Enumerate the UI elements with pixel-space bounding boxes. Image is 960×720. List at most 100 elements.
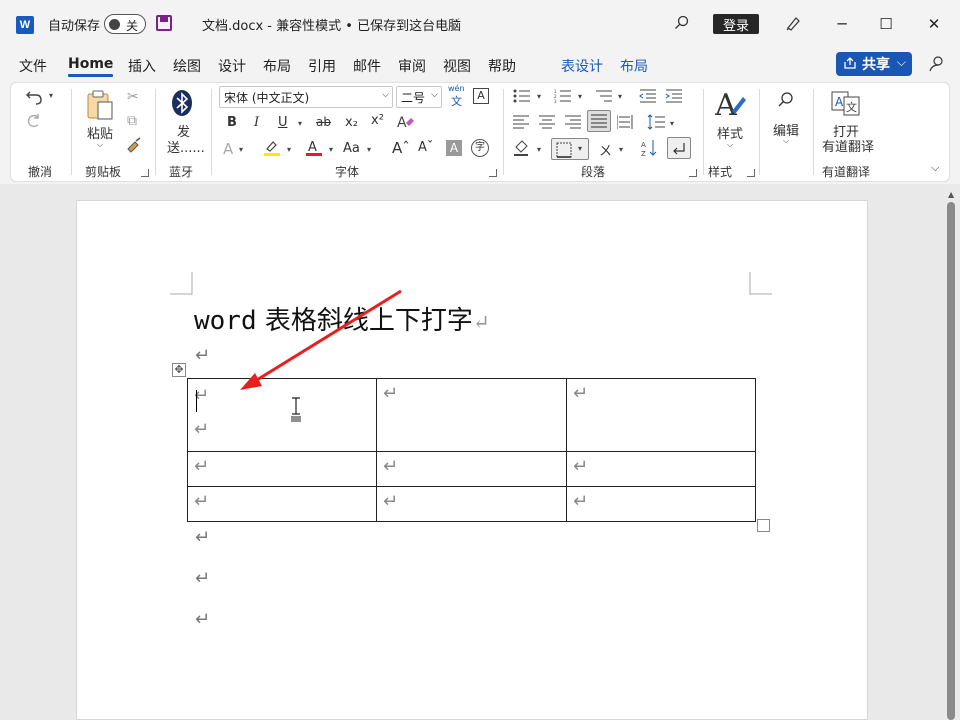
tab-table-design[interactable]: 表设计 bbox=[561, 56, 603, 76]
collapse-ribbon-icon[interactable]: ⌵ bbox=[931, 161, 939, 175]
table-cell[interactable]: ↵ bbox=[376, 451, 567, 487]
undo-icon[interactable] bbox=[25, 89, 43, 105]
cut-icon[interactable]: ✂ bbox=[127, 89, 139, 105]
font-color-icon[interactable]: A bbox=[305, 139, 323, 157]
styles-dropdown-icon[interactable]: ⌵ bbox=[727, 140, 733, 150]
scroll-thumb[interactable] bbox=[947, 202, 955, 720]
youdao-button-label[interactable]: 有道翻译 bbox=[822, 136, 874, 155]
strikethrough-button[interactable]: ab bbox=[316, 115, 331, 129]
tab-draw[interactable]: 绘图 bbox=[173, 56, 201, 76]
font-color-dropdown-icon[interactable]: ▾ bbox=[329, 145, 333, 154]
multilevel-dropdown-icon[interactable]: ▾ bbox=[618, 92, 622, 101]
chinese-layout-icon[interactable]: ㄨ bbox=[599, 140, 612, 159]
shrink-font-icon[interactable]: Aˇ bbox=[418, 140, 433, 155]
login-button[interactable]: 登录 bbox=[713, 14, 759, 34]
underline-dropdown-icon[interactable]: ▾ bbox=[298, 119, 302, 128]
chinese-layout-dropdown-icon[interactable]: ▾ bbox=[619, 145, 623, 154]
subscript-button[interactable]: x₂ bbox=[345, 115, 358, 130]
paste-dropdown-icon[interactable]: ⌵ bbox=[97, 140, 103, 150]
editing-dropdown-icon[interactable]: ⌵ bbox=[783, 136, 789, 146]
bold-button[interactable]: B bbox=[227, 115, 237, 130]
justify-button[interactable] bbox=[587, 110, 611, 132]
format-painter-icon[interactable] bbox=[125, 137, 143, 153]
tab-home[interactable]: Home bbox=[68, 56, 114, 77]
find-icon[interactable] bbox=[777, 91, 795, 109]
paste-icon[interactable] bbox=[85, 89, 115, 121]
distributed-icon[interactable] bbox=[617, 114, 633, 130]
bullets-dropdown-icon[interactable]: ▾ bbox=[537, 92, 541, 101]
line-spacing-icon[interactable] bbox=[647, 114, 665, 130]
change-case-icon[interactable]: Aa bbox=[343, 141, 360, 156]
empty-paragraph[interactable]: ↵ bbox=[195, 568, 210, 589]
scroll-up-icon[interactable]: ▲ bbox=[948, 190, 954, 199]
table-cell[interactable]: ↵ bbox=[376, 378, 567, 452]
chevron-down-icon[interactable]: ⌵ bbox=[897, 55, 906, 70]
table-cell[interactable]: ↵ bbox=[187, 451, 377, 487]
highlight-dropdown-icon[interactable]: ▾ bbox=[287, 145, 291, 154]
superscript-button[interactable]: x² bbox=[371, 113, 384, 128]
numbering-icon[interactable]: 123 bbox=[554, 89, 572, 103]
decrease-indent-icon[interactable] bbox=[639, 89, 657, 103]
close-button[interactable]: ✕ bbox=[914, 10, 954, 38]
clipboard-launcher-icon[interactable] bbox=[141, 169, 149, 177]
align-center-icon[interactable] bbox=[539, 115, 555, 129]
tab-design[interactable]: 设计 bbox=[218, 56, 246, 76]
table-cell[interactable]: ↵ bbox=[566, 378, 756, 452]
font-launcher-icon[interactable] bbox=[489, 169, 497, 177]
empty-paragraph[interactable]: ↵ bbox=[195, 609, 210, 630]
tab-mailings[interactable]: 邮件 bbox=[353, 56, 381, 76]
tab-help[interactable]: 帮助 bbox=[488, 56, 516, 76]
character-shading-icon[interactable]: A bbox=[446, 140, 462, 156]
highlight-color-icon[interactable] bbox=[263, 139, 281, 157]
autosave-toggle[interactable]: 关 bbox=[104, 14, 146, 34]
undo-dropdown-icon[interactable]: ▾ bbox=[49, 91, 53, 100]
table-move-handle-icon[interactable]: ✥ bbox=[172, 363, 186, 377]
table-cell[interactable]: ↵ bbox=[566, 451, 756, 487]
paragraph-launcher-icon[interactable] bbox=[689, 169, 697, 177]
chevron-down-icon[interactable]: ⌵ bbox=[382, 90, 389, 100]
minimize-button[interactable]: ─ bbox=[822, 10, 862, 38]
line-spacing-dropdown-icon[interactable]: ▾ bbox=[670, 119, 674, 128]
tab-layout[interactable]: 布局 bbox=[263, 56, 291, 76]
text-effects-icon[interactable]: A bbox=[223, 140, 233, 158]
italic-button[interactable]: I bbox=[254, 115, 259, 130]
empty-paragraph[interactable]: ↵ bbox=[195, 527, 210, 548]
table-cell[interactable]: ↵ bbox=[187, 486, 377, 522]
table-cell[interactable]: ↵ ↵ bbox=[187, 378, 377, 452]
sort-icon[interactable]: AZ bbox=[641, 139, 659, 157]
search-icon[interactable] bbox=[674, 15, 690, 31]
save-icon[interactable] bbox=[156, 15, 172, 31]
font-size-combo[interactable]: 二号 ⌵ bbox=[396, 86, 442, 108]
increase-indent-icon[interactable] bbox=[665, 89, 683, 103]
multilevel-list-icon[interactable] bbox=[595, 89, 613, 103]
document-heading[interactable]: word 表格斜线上下打字↵ bbox=[194, 300, 490, 337]
redo-icon[interactable] bbox=[25, 113, 43, 131]
phonetic-guide-icon[interactable]: 文 bbox=[451, 93, 462, 109]
designer-pen-icon[interactable] bbox=[784, 14, 802, 32]
comments-icon[interactable] bbox=[926, 54, 946, 74]
underline-button[interactable]: U bbox=[278, 115, 288, 130]
bluetooth-icon[interactable] bbox=[171, 89, 193, 117]
tab-table-layout[interactable]: 布局 bbox=[620, 56, 648, 76]
tab-references[interactable]: 引用 bbox=[308, 56, 336, 76]
show-hide-marks-button[interactable] bbox=[667, 137, 691, 159]
send-label-more[interactable]: 送...... bbox=[167, 137, 205, 156]
chevron-down-icon[interactable]: ⌵ bbox=[431, 90, 438, 100]
enclose-characters-icon[interactable]: 字 bbox=[471, 139, 489, 157]
table-cell[interactable]: ↵ bbox=[376, 486, 567, 522]
styles-icon[interactable]: A bbox=[715, 89, 747, 119]
table-resize-handle[interactable] bbox=[757, 519, 770, 532]
empty-paragraph[interactable]: ↵ bbox=[195, 345, 210, 366]
borders-dropdown-icon[interactable]: ▾ bbox=[578, 144, 582, 153]
clear-formatting-icon[interactable]: A bbox=[396, 113, 416, 131]
tab-view[interactable]: 视图 bbox=[443, 56, 471, 76]
phonetic-guide-pinyin[interactable]: wén bbox=[448, 84, 465, 93]
grow-font-icon[interactable]: Aˆ bbox=[392, 139, 410, 157]
bullets-icon[interactable] bbox=[513, 89, 531, 103]
tab-review[interactable]: 审阅 bbox=[398, 56, 426, 76]
font-name-combo[interactable]: 宋体 (中文正文) ⌵ bbox=[219, 86, 393, 108]
change-case-dropdown-icon[interactable]: ▾ bbox=[367, 145, 371, 154]
tab-file[interactable]: 文件 bbox=[19, 56, 47, 76]
copy-icon[interactable]: ⧉ bbox=[127, 113, 137, 129]
document-title[interactable]: 文档.docx - 兼容性模式 • 已保存到这台电脑 bbox=[202, 15, 461, 34]
